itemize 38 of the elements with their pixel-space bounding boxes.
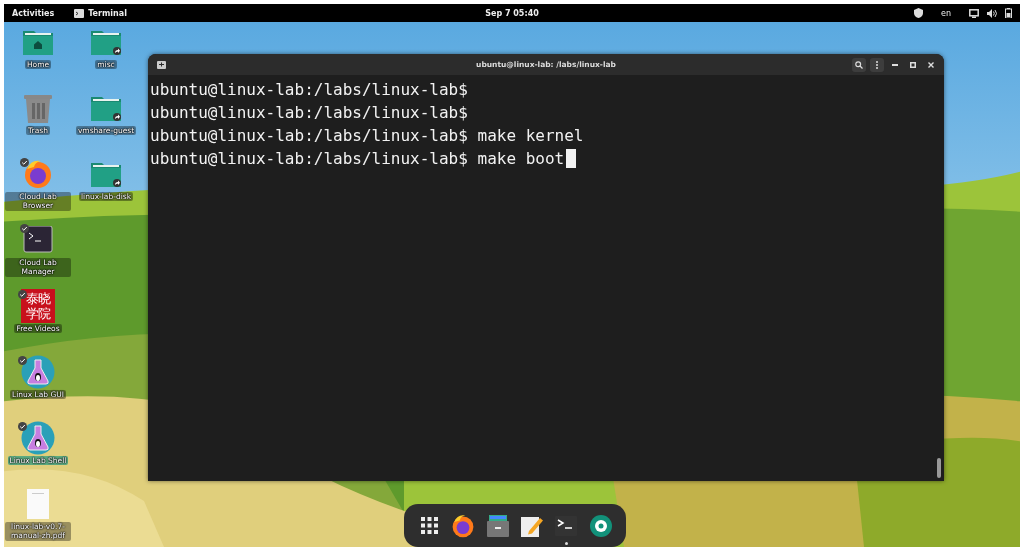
folder-icon[interactable] [91,29,121,55]
flask-icon[interactable] [21,355,55,389]
menu-button[interactable] [870,57,884,72]
home-folder-icon[interactable] [23,29,53,55]
volume-icon[interactable] [987,8,997,18]
aperture-icon[interactable] [589,514,612,537]
terminal-icon[interactable] [23,226,53,254]
folder-icon[interactable] [91,95,121,121]
logo-text: 学院 [26,306,50,321]
browser-icon[interactable] [23,159,53,189]
battery-icon[interactable] [1005,8,1012,18]
search-icon [855,60,863,69]
notepad-pencil-icon[interactable] [521,514,544,537]
terminal-line: ubuntu@linux-lab:/labs/linux-lab$ [150,103,468,122]
logo-icon[interactable]: 泰晓 学院 [21,289,55,323]
terminal-line: ubuntu@linux-lab:/labs/linux-lab$ make kernel [150,126,584,145]
shield-icon[interactable] [914,8,923,18]
app-menu[interactable]: Terminal [88,8,127,18]
clock[interactable]: Sep 7 05:40 [485,8,539,18]
app-grid-icon[interactable] [420,517,438,534]
file-cabinet-icon[interactable] [486,514,509,537]
maximize-icon [910,61,916,68]
terminal-line: ubuntu@linux-lab:/labs/linux-lab$ [150,80,468,99]
minimize-icon [892,63,898,66]
trash-icon[interactable] [24,93,52,123]
tab-icon [156,60,166,69]
search-button[interactable] [852,57,866,72]
input-source-indicator[interactable]: en [941,8,951,18]
browser-icon[interactable] [451,513,476,538]
close-icon [928,61,934,68]
display-icon[interactable] [969,8,979,18]
folder-icon[interactable] [91,161,121,187]
logo-text: 泰晓 [26,291,50,306]
flask-icon[interactable] [21,421,55,455]
terminal-line: ubuntu@linux-lab:/labs/linux-lab$ make boot [150,149,565,168]
terminal-icon [74,8,85,18]
scrollbar-thumb[interactable] [937,458,941,478]
activities-button[interactable]: Activities [12,8,55,18]
